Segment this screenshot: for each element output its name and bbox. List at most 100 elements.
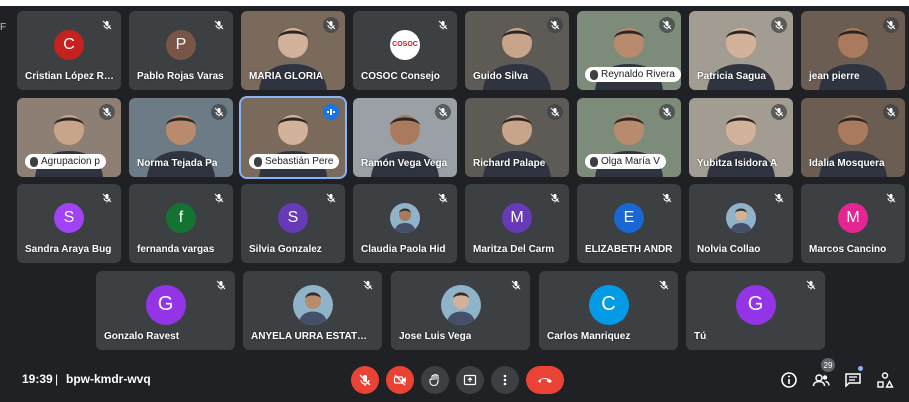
participant-name: Richard Palape — [473, 158, 546, 169]
info-icon — [781, 372, 797, 388]
participant-tile[interactable]: M Maritza Del Carm — [465, 184, 569, 263]
participant-name: Patricia Sagua — [697, 71, 766, 82]
mic-muted-icon — [547, 190, 563, 206]
participant-name: Ramón Vega Vega — [361, 158, 448, 169]
mic-muted-icon — [323, 190, 339, 206]
participant-name: Nolvia Collao — [697, 244, 761, 255]
participant-name: Sandra Araya Bug — [25, 244, 112, 255]
separator: | — [55, 372, 59, 386]
participant-name: Norma Tejada Pa — [137, 158, 218, 169]
activities-button[interactable] — [874, 369, 896, 391]
mic-muted-icon — [883, 17, 899, 33]
mic-muted-icon — [435, 17, 451, 33]
participant-tile[interactable]: Jose Luis Vega — [391, 271, 530, 350]
present-button[interactable] — [456, 366, 484, 394]
hand-icon — [429, 373, 439, 387]
bottom-bar: 19:39 | bpw-kmdr-wvq 29 — [0, 358, 909, 402]
mic-muted-icon — [659, 190, 675, 206]
participant-tile[interactable]: Patricia Sagua — [689, 11, 793, 90]
participant-tile[interactable]: Richard Palape — [465, 98, 569, 177]
participant-tile[interactable]: Reynaldo Rivera — [577, 11, 681, 90]
participant-tile[interactable]: ANYELA URRA ESTATOPU — [243, 271, 382, 350]
participant-name: jean pierre — [809, 71, 860, 82]
participant-tile[interactable]: Yubitza Isidora A — [689, 98, 793, 177]
participant-tile[interactable]: S Silvia Gonzalez — [241, 184, 345, 263]
participant-tile[interactable]: Agrupacion p — [17, 98, 121, 177]
chat-notification-dot — [858, 366, 863, 371]
participant-tile[interactable]: C Carlos Manriquez — [539, 271, 678, 350]
mic-off-button[interactable] — [351, 366, 379, 394]
participant-tile[interactable]: Idalia Mosquera — [801, 98, 905, 177]
meeting-code: bpw-kmdr-wvq — [66, 372, 151, 386]
mic-muted-icon — [211, 190, 227, 206]
mic-muted-icon — [803, 277, 819, 293]
mic-muted-icon — [547, 17, 563, 33]
raise-hand-button[interactable] — [421, 366, 449, 394]
mic-muted-icon — [211, 17, 227, 33]
participant-name: Carlos Manriquez — [547, 331, 631, 342]
mic-muted-icon — [99, 190, 115, 206]
mic-muted-icon — [99, 17, 115, 33]
mic-muted-icon — [213, 277, 229, 293]
participant-name: Silvia Gonzalez — [249, 244, 322, 255]
participant-avatar: C — [54, 29, 84, 60]
participant-name: Tú — [694, 331, 707, 342]
participant-name: Jose Luis Vega — [399, 331, 472, 342]
participant-tile[interactable]: MARÍA GLORIA — [241, 11, 345, 90]
participant-tile[interactable]: S Sandra Araya Bug — [17, 184, 121, 263]
participant-tile[interactable]: Guido Silva — [465, 11, 569, 90]
phone-hangup-icon — [538, 378, 552, 383]
mic-muted-icon — [360, 277, 376, 293]
participant-photo — [726, 202, 756, 233]
participant-avatar: C — [588, 284, 629, 325]
participant-avatar: M — [502, 202, 532, 233]
participant-name: Pablo Rojas Varas — [137, 71, 224, 82]
meeting-info-button[interactable] — [778, 369, 800, 391]
people-icon — [812, 374, 830, 387]
chat-button[interactable] — [842, 369, 864, 391]
participant-name: Maritza Del Carm — [473, 244, 555, 255]
participant-tile[interactable]: Ramón Vega Vega — [353, 98, 457, 177]
pin-icon — [30, 157, 38, 167]
participant-avatar: M — [838, 202, 868, 233]
camera-off-button[interactable] — [386, 366, 414, 394]
participant-name: Marcos Cancino — [809, 244, 887, 255]
participant-tile[interactable]: G Gonzalo Ravest — [96, 271, 235, 350]
participant-name: COSOC Consejo — [361, 71, 440, 82]
participant-name: Yubitza Isidora A — [697, 158, 778, 169]
participant-photo — [390, 202, 420, 233]
participant-tile[interactable]: Olga María V — [577, 98, 681, 177]
participant-tile[interactable]: COSOC COSOC Consejo — [353, 11, 457, 90]
participant-name: Idalia Mosquera — [809, 158, 885, 169]
camera-off-icon — [393, 374, 406, 386]
mic-muted-icon — [435, 190, 451, 206]
mic-muted-icon — [99, 104, 115, 120]
people-button[interactable] — [810, 369, 832, 391]
participant-tile[interactable]: f fernanda vargas — [129, 184, 233, 263]
more-options-button[interactable] — [491, 366, 519, 394]
participant-tile[interactable]: E ELIZABETH ANDR — [577, 184, 681, 263]
participant-avatar: G — [145, 284, 186, 325]
pin-icon — [590, 157, 598, 167]
mic-muted-icon — [771, 17, 787, 33]
mic-muted-icon — [659, 104, 675, 120]
participant-tile[interactable]: jean pierre — [801, 11, 905, 90]
participant-tile[interactable]: Norma Tejada Pa — [129, 98, 233, 177]
participant-avatar: f — [166, 202, 196, 233]
participant-tile[interactable]: Claudia Paola Hid — [353, 184, 457, 263]
participant-name: Olga María V — [585, 154, 666, 169]
mic-muted-icon — [883, 104, 899, 120]
participant-tile[interactable]: Sebastián Pere — [239, 96, 347, 179]
participant-tile[interactable]: P Pablo Rojas Varas — [129, 11, 233, 90]
speaking-indicator-icon — [323, 104, 339, 120]
leave-call-button[interactable] — [526, 366, 564, 394]
participant-name: ANYELA URRA ESTATOPU — [251, 331, 374, 342]
more-vert-icon — [503, 374, 507, 386]
participant-tile[interactable]: M Marcos Cancino — [801, 184, 905, 263]
participant-tile[interactable]: G Tú — [686, 271, 825, 350]
participant-tile[interactable]: C Cristian López Rivera — [17, 11, 121, 90]
participant-name: ELIZABETH ANDR — [585, 244, 673, 255]
mic-muted-icon — [771, 190, 787, 206]
participant-tile[interactable]: Nolvia Collao — [689, 184, 793, 263]
mic-muted-icon — [547, 104, 563, 120]
